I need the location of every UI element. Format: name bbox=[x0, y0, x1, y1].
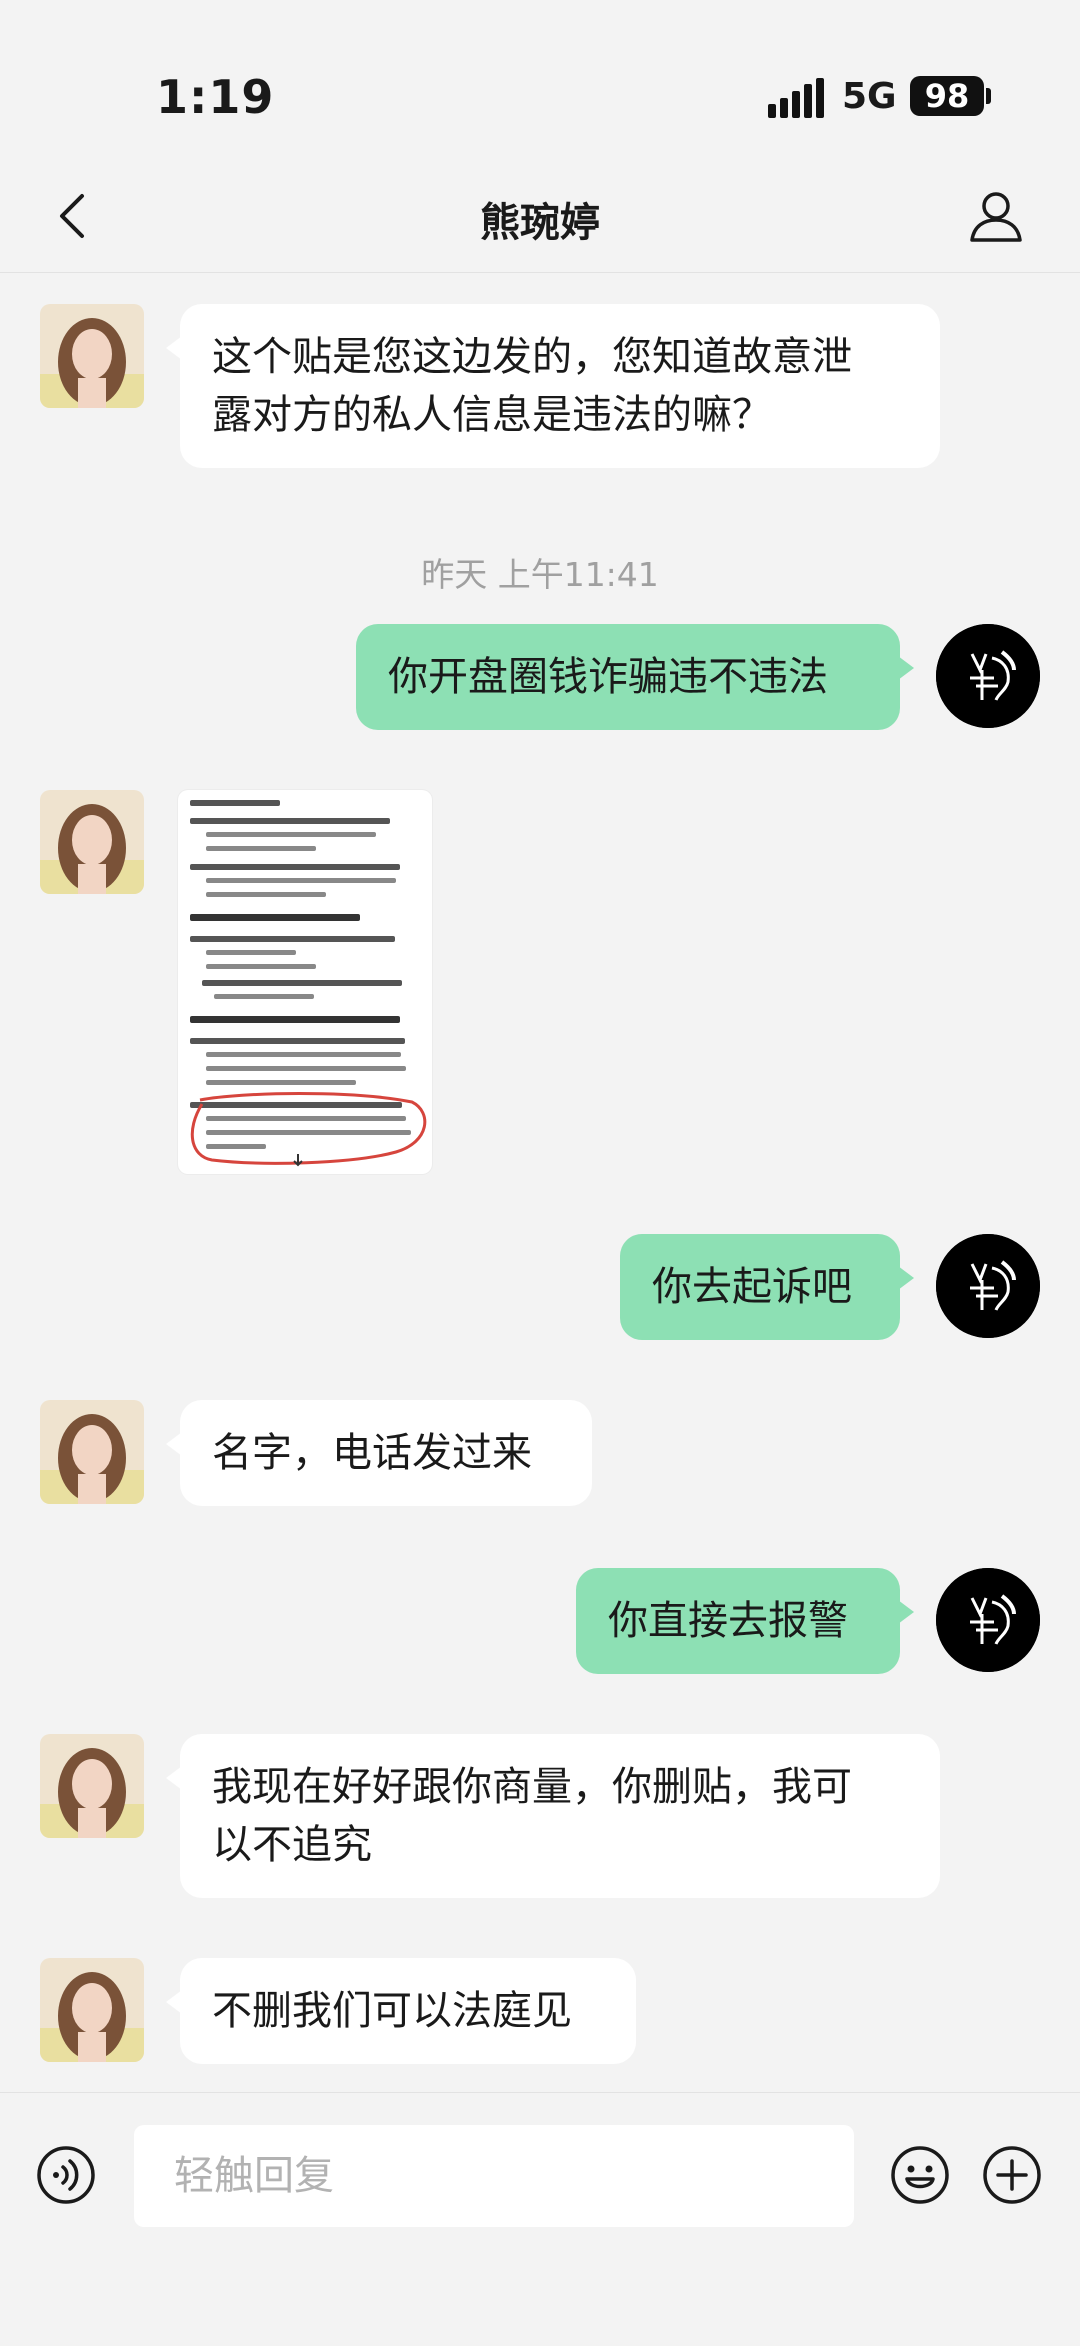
battery-level: 98 bbox=[910, 76, 984, 116]
person-icon[interactable] bbox=[966, 186, 1026, 246]
my-avatar[interactable] bbox=[936, 1234, 1040, 1338]
contact-avatar[interactable] bbox=[40, 1400, 144, 1504]
input-bar bbox=[0, 2092, 1080, 2346]
my-avatar[interactable] bbox=[936, 624, 1040, 728]
message-bubble-received[interactable]: 我现在好好跟你商量，你删贴，我可 以不追究 bbox=[166, 1734, 940, 1898]
message-bubble-sent[interactable]: 你开盘圈钱诈骗违不违法 bbox=[356, 624, 914, 730]
message-text-line: 我现在好好跟你商量，你删贴，我可 bbox=[212, 1764, 852, 1810]
message-bubble-sent[interactable]: 你去起诉吧 bbox=[620, 1234, 914, 1340]
voice-icon[interactable] bbox=[36, 2145, 96, 2205]
contact-avatar[interactable] bbox=[40, 790, 144, 894]
message-text: 名字，电话发过来 bbox=[212, 1430, 532, 1476]
message-text: 你直接去报警 bbox=[608, 1598, 848, 1644]
image-message[interactable] bbox=[178, 790, 432, 1174]
arrow-down-icon bbox=[293, 1154, 303, 1167]
contact-avatar[interactable] bbox=[40, 304, 144, 408]
message-bubble-received[interactable]: 这个贴是您这边发的，您知道故意泄 露对方的私人信息是违法的嘛？ bbox=[166, 304, 940, 468]
message-text-line: 以不追究 bbox=[212, 1822, 372, 1868]
battery-icon bbox=[986, 88, 991, 104]
chat-header: 熊琬婷 bbox=[0, 160, 1080, 273]
message-text-line: 露对方的私人信息是违法的嘛？ bbox=[212, 392, 772, 438]
message-bubble-received[interactable]: 不删我们可以法庭见 bbox=[166, 1958, 636, 2064]
plus-icon[interactable] bbox=[982, 2145, 1042, 2205]
message-text-line: 这个贴是您这边发的，您知道故意泄 bbox=[212, 334, 852, 380]
signal-icon bbox=[768, 78, 824, 118]
network-type: 5G bbox=[842, 76, 897, 117]
red-circle-annotation bbox=[190, 1092, 427, 1165]
contact-avatar[interactable] bbox=[40, 1734, 144, 1838]
reply-input[interactable] bbox=[134, 2125, 854, 2227]
status-time: 1:19 bbox=[156, 70, 275, 124]
status-bar: 1:19 5G 98 bbox=[0, 0, 1080, 160]
message-bubble-received[interactable]: 名字，电话发过来 bbox=[166, 1400, 592, 1506]
contact-name: 熊琬婷 bbox=[480, 200, 600, 246]
message-text: 不删我们可以法庭见 bbox=[212, 1988, 572, 2034]
message-bubble-sent[interactable]: 你直接去报警 bbox=[576, 1568, 914, 1674]
my-avatar[interactable] bbox=[936, 1568, 1040, 1672]
message-text: 你去起诉吧 bbox=[652, 1264, 852, 1310]
contact-avatar[interactable] bbox=[40, 1958, 144, 2062]
message-timestamp: 昨天 上午11:41 bbox=[421, 555, 659, 594]
emoji-icon[interactable] bbox=[890, 2145, 950, 2205]
message-text: 你开盘圈钱诈骗违不违法 bbox=[388, 654, 828, 700]
